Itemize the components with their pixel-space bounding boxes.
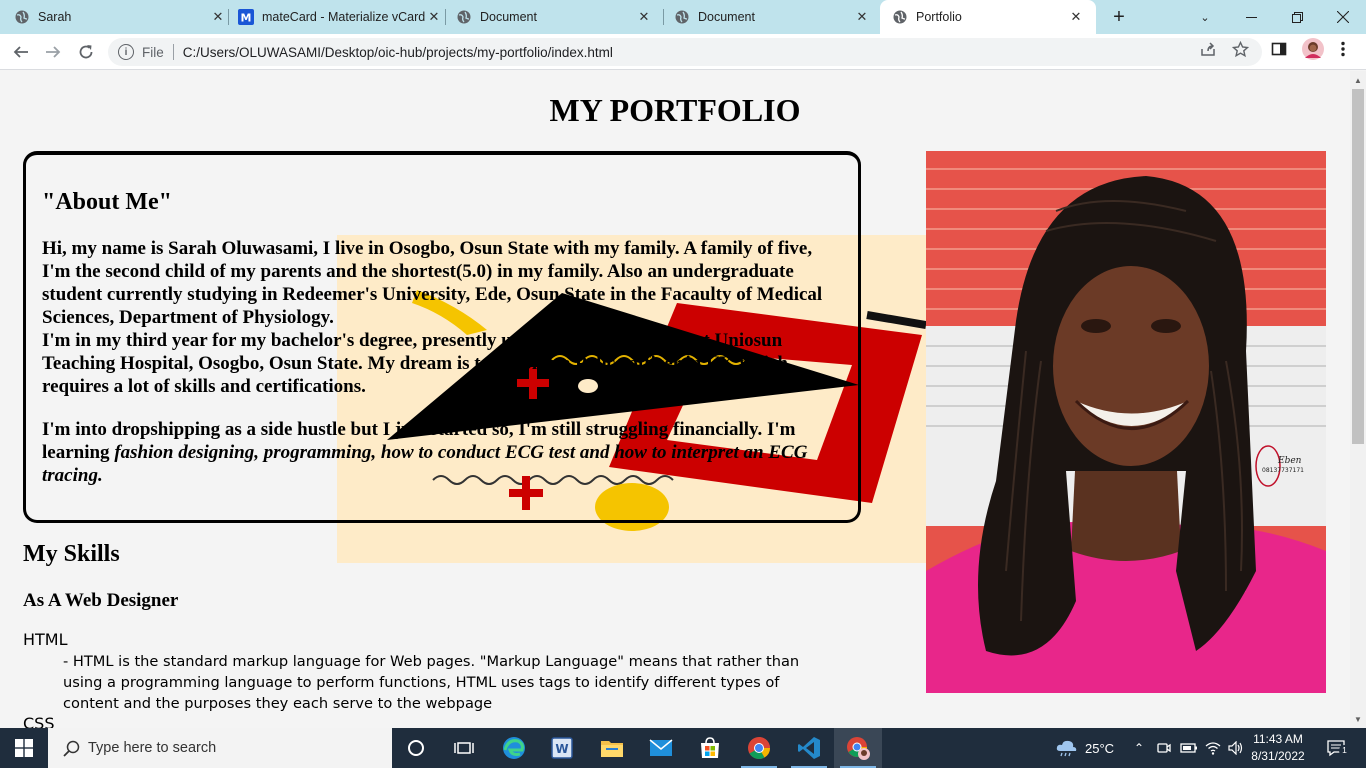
cortana-icon[interactable] [392,728,440,768]
close-tab-icon[interactable]: ✕ [854,9,870,25]
search-icon [62,739,80,757]
scroll-up-arrow-icon[interactable]: ▲ [1350,73,1366,87]
tab-divider [445,9,446,25]
browser-toolbar: i File C:/Users/OLUWASAMI/Desktop/oic-hu… [0,34,1366,70]
back-arrow-icon[interactable] [6,37,36,67]
materialize-m-icon: M [238,9,254,25]
skill-description-html: - HTML is the standard markup language f… [63,653,800,712]
about-study-text: I'm in my third year for my bachelor's d… [42,330,788,397]
new-tab-button[interactable]: + [1096,0,1142,34]
windows-taskbar: Type here to search W 25°C ⌃ 11:43 AM 8/… [0,728,1366,768]
address-divider [172,44,174,60]
battery-icon[interactable] [1180,728,1198,768]
close-tab-icon[interactable]: ✕ [636,9,652,25]
tab-search-chevron-icon[interactable]: ⌄ [1182,0,1228,34]
page-title: MY PORTFOLIO [549,92,801,128]
tab-divider [663,9,664,25]
profile-avatar[interactable] [1302,38,1324,60]
about-intro-text: Hi, my name is Sarah Oluwasami, I live i… [42,238,823,328]
web-designer-subheading: As A Web Designer [23,590,179,611]
about-me-text: Hi, my name is Sarah Oluwasami, I live i… [42,237,842,487]
about-me-heading: "About Me" [42,189,172,215]
minimize-button[interactable] [1228,0,1274,34]
skills-heading: My Skills [23,541,120,567]
page-viewport: MY PORTFOLIO "About Me" Hi, my name is S… [0,71,1350,728]
wifi-icon[interactable] [1205,728,1221,768]
chrome-profile-icon[interactable] [834,728,882,768]
skill-name-css: CSS [23,714,55,728]
site-info-icon[interactable]: i [118,44,134,60]
svg-text:W: W [555,742,568,756]
system-clock[interactable]: 11:43 AM 8/31/2022 [1238,731,1318,765]
reload-icon[interactable] [71,37,101,67]
tab-document-2[interactable]: Document ✕ [674,0,870,34]
clock-date: 8/31/2022 [1251,749,1305,763]
microsoft-store-icon[interactable] [686,728,734,768]
close-tab-icon[interactable]: ✕ [426,9,442,25]
vscode-icon[interactable] [785,728,833,768]
notification-count-badge: 1 [1339,745,1350,756]
close-window-button[interactable] [1320,0,1366,34]
menu-kebab-icon[interactable] [1334,40,1352,58]
tab-strip: Sarah ✕ M mateCard - Materialize vCard ✕… [0,0,1366,34]
meet-now-icon[interactable] [1156,728,1172,768]
cloud-rain-icon [1056,740,1077,757]
tab-sarah[interactable]: Sarah ✕ [14,0,226,34]
tab-title: Sarah [38,10,72,24]
clock-time: 11:43 AM [1253,732,1303,746]
edge-icon[interactable] [490,728,538,768]
word-icon[interactable]: W [538,728,586,768]
close-tab-icon[interactable]: ✕ [210,9,226,25]
weather-temperature: 25°C [1085,740,1115,756]
chrome-icon[interactable] [735,728,783,768]
tab-title: Document [480,10,537,24]
windows-logo-icon [15,739,33,757]
windows-start-button[interactable] [0,728,48,768]
bookmark-star-icon[interactable] [1231,40,1249,58]
tab-title: mateCard - Materialize vCard [262,10,426,24]
profile-photo: Eben 08137737171 [926,151,1326,693]
globe-icon [674,9,690,25]
tab-title: Portfolio [916,10,962,24]
skill-name-html: HTML [23,630,68,649]
svg-text:M: M [241,12,252,25]
page-scrollbar[interactable]: ▲ ▼ [1350,71,1366,728]
globe-icon [456,9,472,25]
address-scheme: File [142,44,164,60]
task-view-icon[interactable] [440,728,488,768]
about-paragraph-1: Hi, my name is Sarah Oluwasami, I live i… [42,237,842,398]
side-panel-icon[interactable] [1270,40,1288,58]
watermark-name: Eben [1277,456,1302,466]
search-placeholder: Type here to search [88,740,217,756]
scroll-down-arrow-icon[interactable]: ▼ [1350,712,1366,726]
address-bar[interactable]: i File C:/Users/OLUWASAMI/Desktop/oic-hu… [108,38,1262,66]
show-hidden-icons-chevron-icon[interactable]: ⌃ [1134,728,1144,768]
weather-widget[interactable]: 25°C [1055,728,1114,768]
notification-center-icon[interactable]: 1 [1322,728,1352,768]
watermark-phone: 08137737171 [1262,467,1304,474]
about-learning-text: fashion designing, programming, how to c… [42,442,808,486]
file-explorer-icon[interactable] [588,728,636,768]
about-paragraph-2: I'm into dropshipping as a side hustle b… [42,418,842,487]
address-url[interactable]: C:/Users/OLUWASAMI/Desktop/oic-hub/proje… [183,45,613,60]
tab-portfolio[interactable]: Portfolio ✕ [880,0,1096,34]
tab-divider [228,9,229,25]
globe-icon [892,9,908,25]
scrollbar-thumb[interactable] [1352,89,1364,444]
share-icon[interactable] [1199,40,1217,58]
close-tab-icon[interactable]: ✕ [1068,9,1084,25]
tab-document-1[interactable]: Document ✕ [456,0,652,34]
forward-arrow-icon[interactable] [38,37,68,67]
tab-title: Document [698,10,755,24]
tab-matecard[interactable]: M mateCard - Materialize vCard ✕ [238,0,442,34]
globe-icon [14,9,30,25]
restore-button[interactable] [1274,0,1320,34]
mail-icon[interactable] [637,728,685,768]
taskbar-search-box[interactable]: Type here to search [48,728,392,768]
